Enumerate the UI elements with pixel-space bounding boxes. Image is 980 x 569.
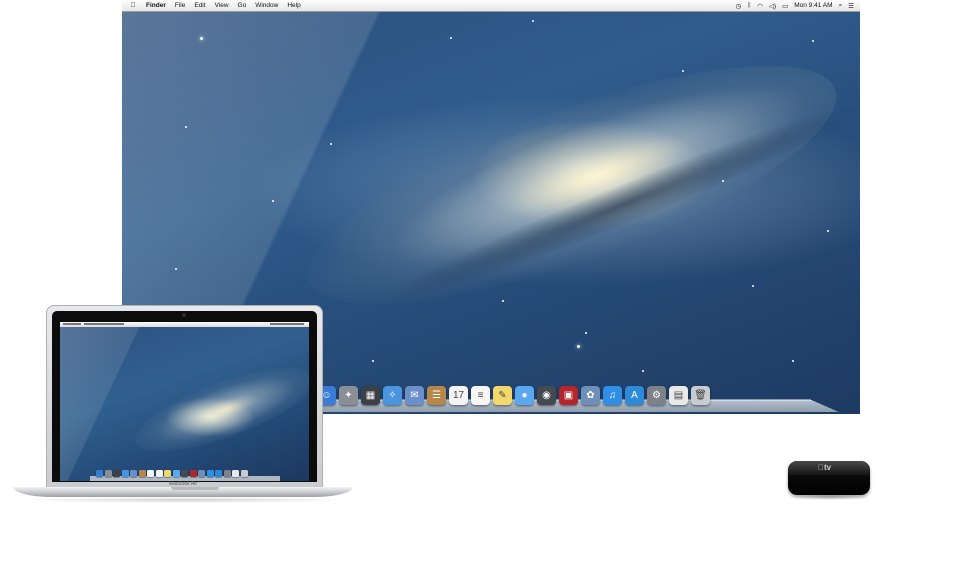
documents-stack-icon[interactable]: ▤ [669,386,688,405]
calendar-icon[interactable]: 17 [449,386,468,405]
camera-icon [182,313,186,317]
macbook-air [46,305,323,489]
itunes-icon[interactable] [206,470,214,477]
menu-file[interactable]: File [175,2,185,9]
laptop-bezel [52,311,317,482]
photo-booth-icon[interactable]: ▣ [559,386,578,405]
mission-control-icon[interactable]: ▦ [361,386,380,405]
bluetooth-icon[interactable]: ᛒ [747,2,751,9]
photo-booth-icon[interactable] [189,470,197,477]
iphoto-icon[interactable] [198,470,205,477]
apple-tv-logo-text: tv [818,463,831,472]
menu-bar:  Finder File Edit View Go Window Help ◷… [122,0,860,12]
contacts-icon[interactable]: ☰ [427,386,446,405]
trash-icon[interactable] [240,470,248,477]
wifi-icon[interactable]: ◠ [757,2,763,10]
dock: ☺ ✦ ▦ ✧ ✉ ☰ 17 ≡ ✎ ● ◉ ▣ ✿ ♫ A ⚙ ▤ 🗑 [317,386,710,405]
laptop-base [13,487,353,497]
menu-view[interactable]: View [215,2,229,9]
system-preferences-icon[interactable]: ⚙ [647,386,666,405]
spotlight-search-icon[interactable]: ⌕ [839,2,843,10]
facetime-icon[interactable] [181,470,188,477]
menu-window[interactable]: Window [255,2,278,9]
documents-stack-icon[interactable] [232,470,239,477]
laptop-dock [96,470,248,477]
notes-icon[interactable]: ✎ [493,386,512,405]
notes-icon[interactable] [164,470,171,477]
apple-tv-top: tv [788,461,870,475]
launchpad-icon[interactable] [104,470,112,477]
menu-clock[interactable]: Mon 9:41 AM [794,2,832,9]
safari-icon[interactable] [121,470,129,477]
menu-extras: ◷ ᛒ ◠ ◁) ▭ Mon 9:41 AM ⌕ ☰ [736,0,854,11]
app-store-icon[interactable]: A [625,386,644,405]
laptop-lid-notch [171,487,219,490]
itunes-icon[interactable]: ♫ [603,386,622,405]
mission-control-icon[interactable] [113,470,120,477]
screen-glare [60,322,309,481]
facetime-icon[interactable]: ◉ [537,386,556,405]
reminders-icon[interactable]: ≡ [471,386,490,405]
contacts-icon[interactable] [138,470,146,477]
time-machine-icon[interactable]: ◷ [736,2,742,10]
apple-tv-logo: tv [818,463,831,472]
volume-icon[interactable]: ◁) [769,2,776,10]
laptop-screen [60,322,309,481]
system-preferences-icon[interactable] [223,470,231,477]
calendar-icon[interactable] [147,470,154,477]
apple-tv-device: tv [788,461,870,495]
mail-icon[interactable] [130,470,137,477]
finder-icon[interactable] [96,470,103,477]
app-store-icon[interactable] [215,470,222,477]
apple-menu-icon[interactable]:  [128,2,138,9]
safari-icon[interactable]: ✧ [383,386,402,405]
menu-edit[interactable]: Edit [194,2,205,9]
trash-icon[interactable]: 🗑 [691,386,710,405]
laptop-menu-bar [60,322,309,327]
laptop-shadow [20,497,350,503]
menu-go[interactable]: Go [238,2,247,9]
messages-icon[interactable]: ● [515,386,534,405]
menu-finder[interactable]: Finder [146,2,166,9]
menu-help[interactable]: Help [287,2,300,9]
battery-icon[interactable]: ▭ [782,2,788,10]
reminders-icon[interactable] [155,470,163,477]
notification-center-icon[interactable]: ☰ [848,2,854,10]
launchpad-icon[interactable]: ✦ [339,386,358,405]
messages-icon[interactable] [172,470,180,477]
mail-icon[interactable]: ✉ [405,386,424,405]
iphoto-icon[interactable]: ✿ [581,386,600,405]
